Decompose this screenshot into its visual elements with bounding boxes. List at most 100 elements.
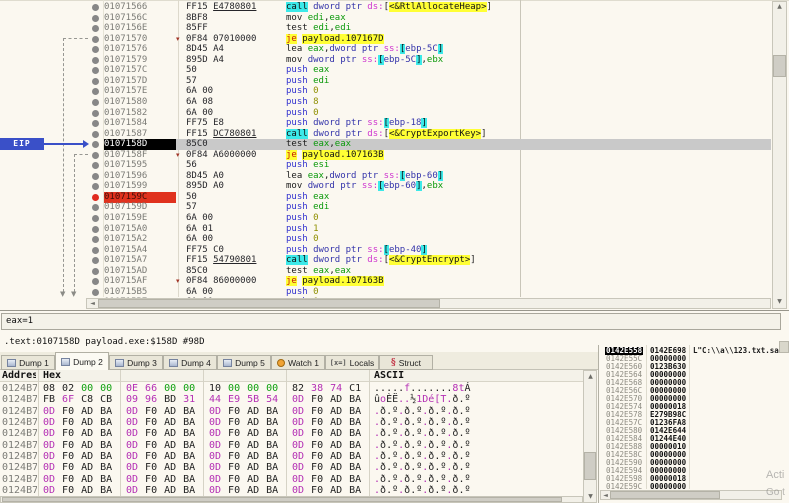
disasm-row[interactable]: 0107157E 6A 00 push 0 bbox=[88, 86, 771, 97]
dump-row[interactable]: 0124B7 0D F0 AD BA 0D F0 AD BA 0D F0 AD BA 0D F0 AD BA .ð… bbox=[0, 474, 583, 485]
dump-row[interactable]: 0124B7 0D F0 AD BA 0D F0 AD BA 0D F0 AD BA 0D F0 AD BA .ð… bbox=[0, 428, 583, 439]
breakpoint-gutter[interactable] bbox=[88, 255, 104, 266]
tab-dump-2[interactable]: Dump 2 bbox=[55, 352, 109, 370]
disasm-row[interactable]: 01071596 8D45 A0 lea eax,dword ptr ss:[ebp… bbox=[88, 170, 771, 182]
breakpoint-gutter[interactable] bbox=[88, 287, 104, 298]
row-dot-icon[interactable] bbox=[92, 183, 99, 191]
breakpoint-gutter[interactable] bbox=[88, 224, 104, 235]
breakpoint-gutter[interactable] bbox=[88, 13, 104, 24]
tab-dump-3[interactable]: Dump 3 bbox=[109, 355, 163, 370]
dump-row[interactable]: 0124B7 0D F0 AD BA 0D F0 AD BA 0D F0 AD BA 0D F0 AD BA .ð… bbox=[0, 485, 583, 496]
breakpoint-gutter[interactable] bbox=[88, 276, 104, 287]
stack-hscroll-thumb[interactable] bbox=[610, 491, 720, 499]
row-dot-icon[interactable] bbox=[92, 267, 99, 275]
breakpoint-gutter[interactable] bbox=[88, 129, 104, 140]
disasm-vertical-scrollbar[interactable] bbox=[772, 1, 787, 309]
disasm-row[interactable]: 0107156E 85FF test edi,edi bbox=[88, 23, 771, 34]
disasm-row[interactable]: 010715B5 6A 00 push 0 bbox=[88, 287, 771, 298]
breakpoint-gutter[interactable] bbox=[88, 23, 104, 34]
breakpoint-gutter[interactable] bbox=[88, 245, 104, 256]
row-dot-icon[interactable] bbox=[92, 88, 99, 96]
disasm-row[interactable]: 0107159E 6A 00 push 0 bbox=[88, 213, 771, 224]
scroll-left-icon[interactable]: ◄ bbox=[87, 299, 98, 309]
row-dot-icon[interactable] bbox=[92, 151, 99, 159]
row-dot-icon[interactable] bbox=[92, 4, 99, 11]
disasm-row[interactable]: 010715A2 6A 00 push 0 bbox=[88, 234, 771, 245]
disasm-row[interactable]: 010715A7 FF15 54790801 call dword ptr ds:[… bbox=[88, 255, 771, 266]
disasm-row[interactable]: 0107156C 8BF8 mov edi,eax bbox=[88, 13, 771, 24]
row-dot-icon[interactable] bbox=[92, 25, 99, 33]
tab-dump-1[interactable]: Dump 1 bbox=[1, 355, 55, 370]
disasm-row[interactable]: 0107158F ▾ 0F84 A6000000 je payload.107163B bbox=[88, 149, 771, 161]
row-dot-icon[interactable] bbox=[92, 278, 99, 286]
breakpoint-gutter[interactable] bbox=[88, 202, 104, 213]
disasm-row[interactable]: 01071599 895D A0 mov dword ptr ss:[ebp-60]… bbox=[88, 181, 771, 192]
row-dot-icon[interactable] bbox=[92, 120, 99, 128]
dump-row[interactable]: 0124B7 FB 6F C8 CB 09 96 BD 31 44 E9 5B 54 0D F0 AD BA ûo… bbox=[0, 394, 583, 405]
row-dot-icon[interactable] bbox=[92, 109, 99, 117]
breakpoint-gutter[interactable] bbox=[88, 139, 104, 150]
row-dot-icon[interactable] bbox=[92, 130, 99, 138]
breakpoint-gutter[interactable] bbox=[88, 65, 104, 76]
breakpoint-gutter[interactable] bbox=[88, 266, 104, 277]
row-dot-icon[interactable] bbox=[92, 246, 99, 254]
row-dot-icon[interactable] bbox=[92, 35, 99, 43]
row-dot-icon[interactable] bbox=[92, 172, 99, 180]
breakpoint-gutter[interactable] bbox=[88, 181, 104, 192]
row-dot-icon[interactable] bbox=[92, 162, 99, 170]
tab-locals[interactable]: [x=] Locals bbox=[325, 355, 379, 370]
tab-watch-1[interactable]: Watch 1 bbox=[271, 355, 325, 370]
disasm-row[interactable]: 0107159D 57 push edi bbox=[88, 202, 771, 213]
breakpoint-gutter[interactable] bbox=[88, 2, 104, 13]
disasm-row[interactable]: 0107158D 85C0 test eax,eax bbox=[88, 139, 771, 151]
row-dot-icon[interactable] bbox=[92, 225, 99, 233]
breakpoint-gutter[interactable] bbox=[88, 86, 104, 97]
disasm-row[interactable]: 010715A4 FF75 C0 push dword ptr ss:[ebp-40… bbox=[88, 244, 771, 256]
breakpoint-gutter[interactable] bbox=[88, 213, 104, 224]
row-dot-icon[interactable] bbox=[92, 215, 99, 222]
row-dot-icon[interactable] bbox=[92, 67, 99, 75]
breakpoint-gutter[interactable] bbox=[88, 76, 104, 87]
row-dot-icon[interactable] bbox=[92, 77, 99, 85]
breakpoint-gutter[interactable] bbox=[88, 108, 104, 119]
scroll-down-icon[interactable]: ▼ bbox=[774, 297, 785, 307]
breakpoint-gutter[interactable] bbox=[88, 150, 104, 161]
row-dot-icon[interactable] bbox=[92, 288, 99, 296]
breakpoint-gutter[interactable] bbox=[88, 44, 104, 55]
disasm-row[interactable]: 010715AD 85C0 test eax,eax bbox=[88, 266, 771, 277]
breakpoint-gutter[interactable] bbox=[88, 160, 104, 171]
breakpoint-gutter[interactable] bbox=[88, 118, 104, 129]
scroll-left-icon[interactable]: ◄ bbox=[601, 491, 610, 500]
disasm-row[interactable]: 01071570 ▾ 0F84 07010000 je payload.107167D bbox=[88, 33, 771, 45]
tab-struct[interactable]: § Struct bbox=[379, 355, 433, 370]
disasm-row[interactable]: 01071566 FF15 E4780801 call dword ptr ds:[… bbox=[88, 2, 771, 13]
row-dot-icon[interactable] bbox=[92, 204, 99, 212]
scroll-up-icon[interactable]: ▲ bbox=[774, 2, 785, 12]
row-dot-icon[interactable] bbox=[92, 236, 99, 244]
dump-hscroll-thumb[interactable] bbox=[2, 497, 562, 502]
row-dot-icon[interactable] bbox=[92, 46, 99, 54]
row-dot-icon[interactable] bbox=[92, 257, 99, 265]
dump-row[interactable]: 0124B7 0D F0 AD BA 0D F0 AD BA 0D F0 AD BA 0D F0 AD BA .ð… bbox=[0, 451, 583, 462]
row-dot-icon[interactable] bbox=[92, 98, 99, 106]
dump-row[interactable]: 0124B7 0D F0 AD BA 0D F0 AD BA 0D F0 AD BA 0D F0 AD BA .ð… bbox=[0, 406, 583, 417]
dump-row[interactable]: 0124B7 0D F0 AD BA 0D F0 AD BA 0D F0 AD BA 0D F0 AD BA .ð… bbox=[0, 417, 583, 428]
dump-row[interactable]: 0124B7 08 02 00 00 0E 66 00 00 10 00 00 00 82 38 74 C1..… bbox=[0, 383, 583, 394]
disasm-row[interactable]: 01071587 FF15 DC780801 call dword ptr ds:[… bbox=[88, 128, 771, 140]
disasm-row[interactable]: 01071580 6A 08 push 8 bbox=[88, 97, 771, 108]
breakpoint-gutter[interactable] bbox=[88, 97, 104, 108]
breakpoint-gutter[interactable] bbox=[88, 34, 104, 45]
breakpoint-dot[interactable] bbox=[92, 193, 99, 201]
disasm-row[interactable]: 0107157D 57 push edi bbox=[88, 76, 771, 87]
disasm-row[interactable]: 01071584 FF75 E8 push dword ptr ss:[ebp-18… bbox=[88, 118, 771, 129]
breakpoint-gutter[interactable] bbox=[88, 171, 104, 182]
breakpoint-gutter[interactable] bbox=[88, 55, 104, 66]
disasm-row[interactable]: 010715AF ▾ 0F84 86000000 je payload.107163B bbox=[88, 276, 771, 287]
breakpoint-gutter[interactable] bbox=[88, 192, 104, 203]
dump-vscroll-thumb[interactable] bbox=[584, 452, 596, 480]
disasm-vscroll-thumb[interactable] bbox=[773, 55, 786, 77]
disasm-row[interactable]: 01071582 6A 00 push 0 bbox=[88, 108, 771, 119]
disasm-row[interactable]: 01071576 8D45 A4 lea eax,dword ptr ss:[ebp… bbox=[88, 44, 771, 55]
breakpoint-gutter[interactable] bbox=[88, 234, 104, 245]
row-dot-icon[interactable] bbox=[92, 141, 99, 149]
